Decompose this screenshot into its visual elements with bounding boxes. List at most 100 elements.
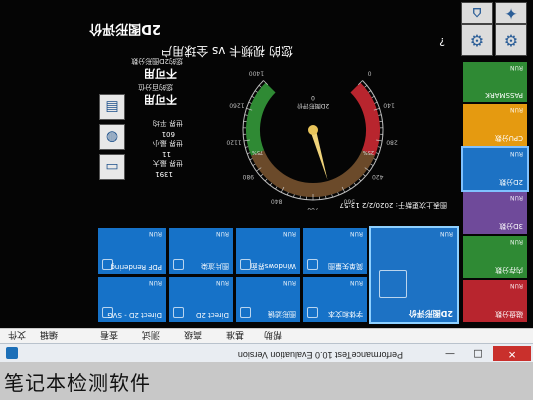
gauge-tick bbox=[258, 85, 262, 88]
menu-bar: 文件 编辑 查看 测试 高级 基准 帮助 bbox=[0, 328, 533, 343]
globe-icon: ◍ bbox=[99, 124, 125, 150]
image-rendering-tile[interactable]: 图片渲染 RUN bbox=[169, 228, 233, 274]
run-label: RUN bbox=[439, 230, 453, 237]
settings-icon[interactable]: ⚙ bbox=[461, 24, 493, 56]
direct2d-tile[interactable]: Direct 2D RUN bbox=[169, 277, 233, 322]
tile-label: Direct 2D - SVG bbox=[107, 311, 162, 319]
tile-label: Direct 2D bbox=[195, 311, 229, 319]
tile-label: 内存分数 bbox=[495, 266, 523, 274]
gauge-tick-label: 1120 bbox=[226, 139, 241, 146]
3d-score-tile[interactable]: 3D分数 RUN bbox=[463, 192, 527, 234]
gauge-tick bbox=[254, 90, 258, 93]
tile-label: 3D分数 bbox=[499, 222, 523, 230]
world-min-value: 11 bbox=[162, 150, 171, 158]
gauge-tick bbox=[358, 178, 362, 182]
menu-file[interactable]: 文件 bbox=[8, 329, 26, 342]
gauge-tick bbox=[370, 163, 374, 166]
monitor-icon: ▭ bbox=[99, 154, 125, 180]
gauge-tick-label: 280 bbox=[386, 139, 398, 146]
gauge-tick bbox=[348, 186, 351, 190]
run-label: RUN bbox=[282, 279, 296, 286]
world-avg-label: 世界 平均 bbox=[152, 119, 183, 127]
simple-vectors-tile[interactable]: 简单矢量图 RUN bbox=[303, 228, 367, 274]
menu-test[interactable]: 测试 bbox=[142, 329, 160, 342]
gauge-tick bbox=[377, 146, 381, 148]
gauge-tick bbox=[286, 192, 289, 196]
gauge-tick bbox=[299, 195, 301, 199]
gauge-tick bbox=[293, 194, 295, 198]
disk-score-tile[interactable]: 磁盘分数 RUN bbox=[463, 280, 527, 322]
run-label: RUN bbox=[509, 64, 523, 71]
gauge-tick bbox=[252, 163, 256, 166]
gauge-tick bbox=[248, 101, 252, 104]
gauge-tick-label: 1400 bbox=[249, 69, 264, 76]
tile-label: PASSMARK bbox=[485, 91, 523, 99]
gauge-tick-label: 1260 bbox=[229, 101, 244, 108]
chart-icon bbox=[379, 270, 407, 298]
minimize-button[interactable]: — bbox=[437, 346, 463, 361]
passmark-tile[interactable]: PASSMARK RUN bbox=[463, 62, 527, 102]
gauge-tick bbox=[363, 174, 366, 177]
filter-icon bbox=[240, 307, 251, 318]
direct2d-svg-tile[interactable]: Direct 2D - SVG RUN bbox=[98, 277, 166, 322]
gauge-percent-label: 25% bbox=[363, 149, 374, 155]
gauge-band bbox=[246, 82, 276, 156]
app-icon bbox=[6, 347, 18, 359]
image-filters-tile[interactable]: 图形滤镜 RUN bbox=[236, 277, 300, 322]
2d-score-tile[interactable]: 2D分数 RUN bbox=[461, 146, 529, 192]
gauge-tick bbox=[245, 146, 249, 148]
gauge-needle bbox=[310, 130, 328, 180]
menu-baseline[interactable]: 基准 bbox=[226, 329, 244, 342]
tile-label: 2D图形评价 bbox=[408, 309, 453, 318]
menu-edit[interactable]: 编辑 bbox=[40, 329, 58, 342]
main-content: 磁盘分数 RUN 内存分数 RUN 3D分数 RUN 2D分数 RUN CPU分… bbox=[0, 0, 533, 328]
page-title: 2D图形评价 bbox=[89, 21, 161, 36]
menu-advanced[interactable]: 高级 bbox=[184, 329, 202, 342]
svg-icon bbox=[102, 307, 113, 318]
run-label: RUN bbox=[509, 106, 523, 113]
maximize-button[interactable]: □ bbox=[465, 346, 491, 361]
gauge-tick bbox=[269, 182, 273, 186]
run-label: RUN bbox=[215, 230, 229, 237]
tile-label: 图片渲染 bbox=[201, 262, 229, 270]
windows-interface-tile[interactable]: Windows界面 RUN bbox=[236, 228, 300, 274]
menu-view[interactable]: 查看 bbox=[100, 329, 118, 342]
memory-score-tile[interactable]: 内存分数 RUN bbox=[463, 236, 527, 278]
window-icon bbox=[240, 259, 251, 270]
gear-icon[interactable]: ✦ bbox=[495, 2, 527, 24]
pdf-rendering-tile[interactable]: PDF Rendering RUN bbox=[98, 228, 166, 274]
gauge-tick bbox=[368, 90, 372, 93]
app-window: ✕ □ — PerformanceTest 10.0 Evaluation Ve… bbox=[0, 0, 533, 362]
run-label: RUN bbox=[215, 279, 229, 286]
gauge-band bbox=[251, 150, 375, 197]
world-min-label: 世界 最小 bbox=[152, 139, 183, 147]
gauge-band bbox=[350, 82, 380, 156]
rotated-screenshot: ✕ □ — PerformanceTest 10.0 Evaluation Ve… bbox=[0, 0, 533, 362]
gauge-tick bbox=[244, 114, 248, 116]
system-info-icon[interactable]: ⚙ bbox=[495, 24, 527, 56]
gauge-tick-label: 140 bbox=[383, 101, 395, 108]
close-button[interactable]: ✕ bbox=[493, 346, 531, 361]
fonts-text-tile[interactable]: 字体和文本 RUN bbox=[303, 277, 367, 322]
gauge-percent-label: 75% bbox=[252, 149, 263, 155]
gauge-tick-label: 560 bbox=[343, 197, 355, 204]
run-label: RUN bbox=[282, 230, 296, 237]
gauge-tick bbox=[353, 182, 357, 186]
tile-label: 字体和文本 bbox=[328, 310, 363, 318]
gauge-center-value: 0 bbox=[311, 94, 315, 101]
menu-help[interactable]: 帮助 bbox=[264, 329, 282, 342]
home-icon[interactable]: ⌂ bbox=[461, 2, 493, 24]
d2d-icon bbox=[173, 307, 184, 318]
gauge-tick bbox=[331, 194, 333, 198]
title-bar: ✕ □ — PerformanceTest 10.0 Evaluation Ve… bbox=[0, 343, 533, 362]
gauge-tick bbox=[364, 85, 368, 88]
run-label: RUN bbox=[148, 230, 162, 237]
cpu-score-tile[interactable]: CPU分数 RUN bbox=[463, 104, 527, 146]
2d-graphics-mark-tile[interactable]: 2D图形评价 RUN bbox=[369, 226, 459, 324]
vector-icon bbox=[307, 259, 318, 270]
gauge-hub bbox=[308, 125, 318, 135]
gauge-tick bbox=[251, 95, 255, 99]
help-icon[interactable]: ? bbox=[439, 35, 445, 48]
window-title: PerformanceTest 10.0 Evaluation Version bbox=[237, 350, 403, 360]
gauge-tick bbox=[378, 114, 382, 116]
